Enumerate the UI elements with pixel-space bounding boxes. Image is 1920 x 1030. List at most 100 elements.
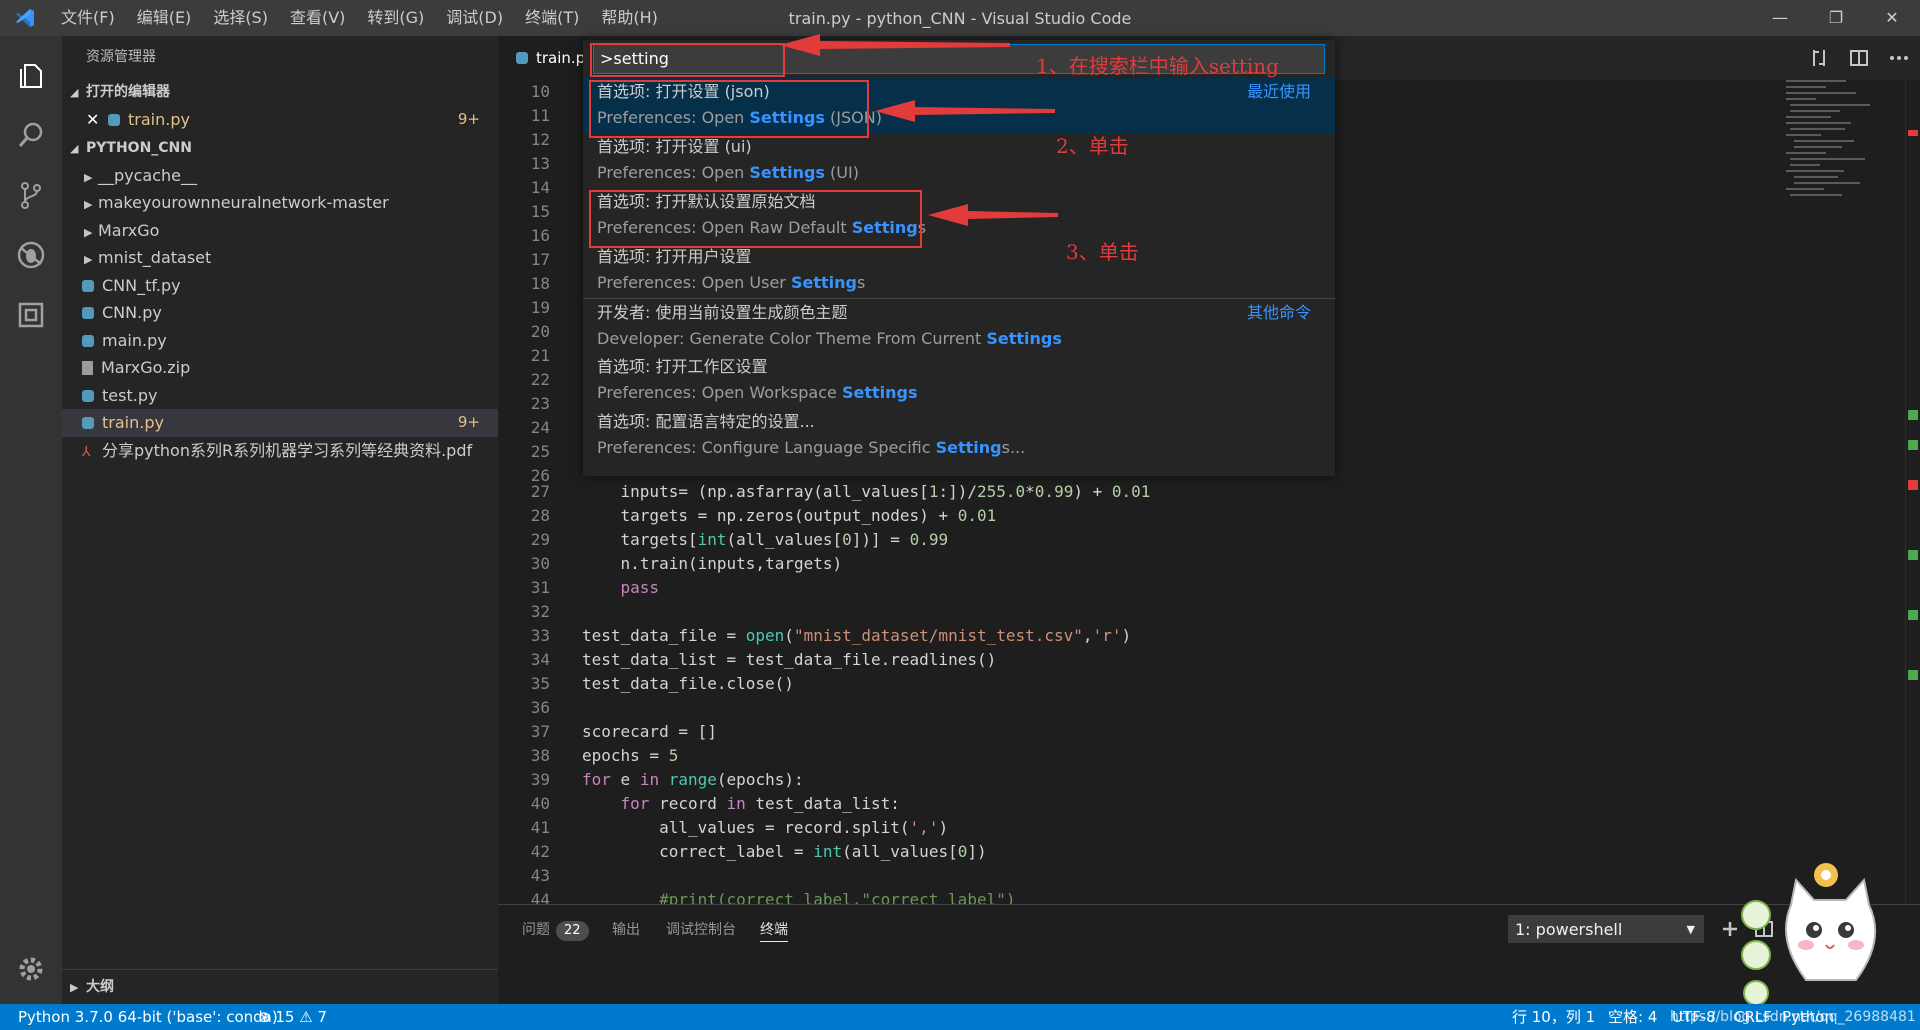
menu-terminal[interactable]: 终端(T) bbox=[514, 0, 590, 36]
folder-item[interactable]: ▶ makeyourownneuralnetwork-master bbox=[62, 189, 498, 217]
folder-name: MarxGo bbox=[98, 220, 160, 240]
cursor-position[interactable]: 行 10，列 1 bbox=[1512, 1004, 1595, 1030]
code-text: inputs= (np.asfarray(all_values[1:])/255… bbox=[620, 482, 1151, 501]
file-item[interactable]: test.py bbox=[62, 382, 498, 410]
extensions-icon[interactable] bbox=[0, 286, 62, 344]
chevron-down-icon: ◢ bbox=[70, 86, 79, 99]
close-icon[interactable]: ✕ bbox=[86, 106, 108, 134]
command-palette-item[interactable]: 首选项: 打开工作区设置 Preferences: Open Workspace … bbox=[583, 353, 1335, 408]
menu-selection[interactable]: 选择(S) bbox=[202, 0, 279, 36]
code-line[interactable]: 37 scorecard = [] bbox=[498, 720, 1798, 744]
menu-file[interactable]: 文件(F) bbox=[50, 0, 126, 36]
tab-problems[interactable]: 问题 22 bbox=[522, 919, 589, 941]
warning-icon: ⚠ bbox=[299, 1008, 313, 1026]
code-line[interactable]: 38 epochs = 5 bbox=[498, 744, 1798, 768]
code-line[interactable]: 35 test_data_file.close() bbox=[498, 672, 1798, 696]
folder-item[interactable]: ▶ MarxGo bbox=[62, 217, 498, 245]
file-item[interactable]: CNN_tf.py bbox=[62, 272, 498, 300]
code-line[interactable]: 34 test_data_list = test_data_file.readli… bbox=[498, 648, 1798, 672]
code-line[interactable]: 39 for e in range(epochs): bbox=[498, 768, 1798, 792]
code-line[interactable]: 43 bbox=[498, 864, 1798, 888]
python-file-icon bbox=[516, 52, 528, 64]
menu-go[interactable]: 转到(G) bbox=[356, 0, 435, 36]
menu-debug[interactable]: 调试(D) bbox=[435, 0, 514, 36]
folder-name: __pycache__ bbox=[98, 165, 198, 185]
open-editors-header[interactable]: ◢ 打开的编辑器 bbox=[62, 78, 498, 106]
code-line[interactable]: 36 bbox=[498, 696, 1798, 720]
menu-help[interactable]: 帮助(H) bbox=[590, 0, 669, 36]
command-palette-item[interactable]: 首选项: 打开设置 (ui) Preferences: Open Settings… bbox=[583, 133, 1335, 188]
code-line[interactable]: 27 inputs= (np.asfarray(all_values[1:])/… bbox=[498, 480, 1798, 504]
folder-item[interactable]: ▶ __pycache__ bbox=[62, 162, 498, 190]
more-actions-icon[interactable] bbox=[1888, 47, 1910, 69]
line-number-label: 14 bbox=[530, 178, 550, 197]
code-line[interactable]: 33 test_data_file = open("mnist_dataset/m… bbox=[498, 624, 1798, 648]
file-name: train.py bbox=[102, 413, 164, 432]
tab-debug-console[interactable]: 调试控制台 bbox=[666, 919, 736, 941]
restore-button[interactable]: ❐ bbox=[1808, 0, 1864, 36]
code-line[interactable]: 42 correct_label = int(all_values[0]) bbox=[498, 840, 1798, 864]
line-number-label: 35 bbox=[530, 674, 550, 693]
file-item[interactable]: MarxGo.zip bbox=[62, 354, 498, 382]
line-number-label: 32 bbox=[530, 602, 550, 621]
minimize-button[interactable]: — bbox=[1752, 0, 1808, 36]
pdf-file-icon: ⅄ bbox=[82, 443, 91, 460]
error-icon: ⊗ bbox=[258, 1008, 271, 1026]
code-text: pass bbox=[620, 578, 660, 597]
minimap[interactable] bbox=[1786, 80, 1906, 220]
debug-icon[interactable] bbox=[0, 226, 62, 284]
python-file-icon bbox=[108, 114, 120, 126]
python-file-icon bbox=[82, 279, 94, 292]
annotation-arrow-3 bbox=[928, 204, 1058, 226]
code-line[interactable]: 31 pass bbox=[498, 576, 1798, 600]
files-icon[interactable] bbox=[0, 46, 62, 104]
annotation-step-3: 3、单击 bbox=[1066, 240, 1139, 264]
file-item[interactable]: main.py bbox=[62, 327, 498, 355]
open-changes-icon[interactable] bbox=[1808, 47, 1830, 69]
code-text: targets = np.zeros(output_nodes) + 0.01 bbox=[620, 506, 997, 525]
file-item[interactable]: ⅄ 分享python系列R系列机器学习系列等经典资料.pdf bbox=[62, 437, 498, 465]
code-line[interactable]: 29 targets[int(all_values[0])] = 0.99 bbox=[498, 528, 1798, 552]
outline-section-header[interactable]: ▶ 大纲 bbox=[62, 969, 498, 1003]
menu-edit[interactable]: 编辑(E) bbox=[126, 0, 203, 36]
problems-status[interactable]: ⊗ 15 ⚠ 7 bbox=[258, 1004, 327, 1030]
code-text: epochs = 5 bbox=[582, 746, 679, 765]
vertical-scrollbar[interactable] bbox=[1905, 80, 1920, 904]
code-line[interactable]: 32 bbox=[498, 600, 1798, 624]
code-line[interactable]: 44 #print(correct_label,"correct_label") bbox=[498, 888, 1798, 904]
folder-item[interactable]: ▶ mnist_dataset bbox=[62, 244, 498, 272]
settings-gear-icon[interactable] bbox=[0, 940, 62, 998]
line-number-label: 16 bbox=[530, 226, 550, 245]
chevron-down-icon: ◢ bbox=[70, 141, 79, 155]
command-palette-item[interactable]: 首选项: 打开用户设置 Preferences: Open User Settin… bbox=[583, 243, 1335, 298]
project-header[interactable]: ◢ PYTHON_CNN bbox=[62, 134, 498, 162]
file-item[interactable]: CNN.py bbox=[62, 299, 498, 327]
tab-train-py[interactable]: train.py bbox=[498, 36, 588, 80]
code-line[interactable]: 30 n.train(inputs,targets) bbox=[498, 552, 1798, 576]
open-editor-item[interactable]: ✕ train.py 9+ bbox=[62, 106, 498, 134]
source-control-icon[interactable] bbox=[0, 166, 62, 224]
tab-terminal[interactable]: 终端 bbox=[760, 919, 788, 942]
terminal-select[interactable]: 1: powershell ▼ bbox=[1508, 915, 1704, 943]
code-line[interactable]: 40 for record in test_data_list: bbox=[498, 792, 1798, 816]
code-text: correct_label = int(all_values[0]) bbox=[659, 842, 987, 861]
python-interpreter[interactable]: Python 3.7.0 64-bit ('base': conda) bbox=[18, 1004, 278, 1030]
file-item-selected[interactable]: train.py 9+ bbox=[62, 409, 498, 437]
close-window-button[interactable]: ✕ bbox=[1864, 0, 1920, 36]
search-icon[interactable] bbox=[0, 106, 62, 164]
error-count: 15 bbox=[275, 1008, 295, 1026]
indentation[interactable]: 空格: 4 bbox=[1608, 1004, 1657, 1030]
tab-output[interactable]: 输出 bbox=[612, 919, 640, 941]
line-number-label: 33 bbox=[530, 626, 550, 645]
activity-bar bbox=[0, 36, 62, 1004]
chevron-right-icon: ▶ bbox=[84, 225, 93, 239]
code-text: targets[int(all_values[0])] = 0.99 bbox=[620, 530, 949, 549]
command-palette-item[interactable]: 首选项: 配置语言特定的设置... Preferences: Configure … bbox=[583, 408, 1335, 463]
menu-view[interactable]: 查看(V) bbox=[279, 0, 356, 36]
watermark-text: https://blog.csdn.net/qq_26988481 bbox=[1670, 1009, 1916, 1025]
command-palette-item[interactable]: 开发者: 使用当前设置生成颜色主题 Developer: Generate Col… bbox=[583, 298, 1335, 354]
vscode-logo-icon bbox=[0, 0, 50, 36]
code-line[interactable]: 28 targets = np.zeros(output_nodes) + 0.… bbox=[498, 504, 1798, 528]
split-editor-icon[interactable] bbox=[1848, 47, 1870, 69]
code-line[interactable]: 41 all_values = record.split(',') bbox=[498, 816, 1798, 840]
